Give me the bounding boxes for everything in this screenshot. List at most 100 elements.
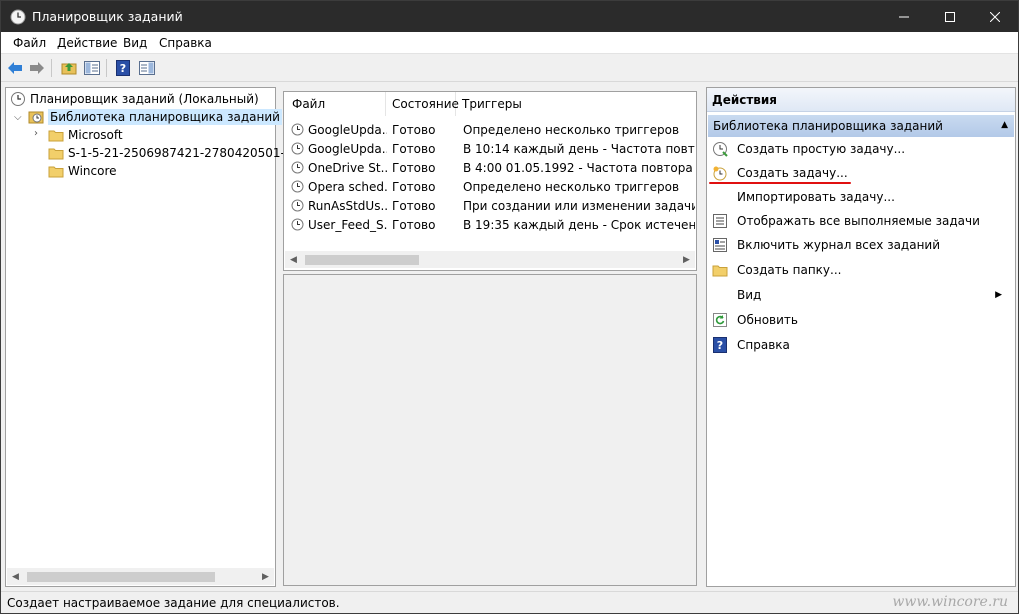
task-triggers: В 10:14 каждый день - Частота повтора по… bbox=[463, 141, 695, 156]
menu-file[interactable]: Файл bbox=[13, 36, 46, 50]
back-button[interactable] bbox=[5, 58, 25, 78]
menu-view[interactable]: Вид bbox=[123, 36, 147, 50]
toolbar-separator bbox=[51, 59, 52, 77]
collapse-up-icon[interactable]: ▲ bbox=[1001, 120, 1008, 130]
close-icon bbox=[990, 11, 1000, 22]
svg-text:?: ? bbox=[717, 339, 723, 352]
clock-icon bbox=[10, 9, 26, 25]
watermark: www.wincore.ru bbox=[892, 594, 1008, 610]
action-label: Обновить bbox=[737, 313, 798, 327]
action-view[interactable]: Вид ▶ bbox=[712, 285, 1012, 305]
help-icon: ? bbox=[116, 60, 130, 76]
scroll-left-icon[interactable]: ◀ bbox=[7, 568, 24, 585]
task-status: Готово bbox=[392, 122, 436, 137]
table-row[interactable]: GoogleUpda... Готово Определено нескольк… bbox=[284, 120, 696, 139]
scroll-right-icon[interactable]: ▶ bbox=[257, 568, 274, 585]
title-bar[interactable]: Планировщик заданий bbox=[1, 1, 1018, 32]
tree-item-sid[interactable]: S-1-5-21-2506987421-2780420501-5989 bbox=[48, 144, 315, 162]
status-bar: Создает настраиваемое задание для специа… bbox=[1, 591, 1018, 613]
table-row[interactable]: OneDrive St... Готово В 4:00 01.05.1992 … bbox=[284, 158, 696, 177]
task-list[interactable]: Файл Состояние Триггеры GoogleUpda... Го… bbox=[283, 91, 697, 271]
action-refresh[interactable]: Обновить bbox=[712, 310, 798, 330]
scroll-thumb[interactable] bbox=[27, 572, 215, 582]
menu-help[interactable]: Справка bbox=[159, 36, 212, 50]
task-clock-icon bbox=[291, 218, 304, 231]
action-label: Включить журнал всех заданий bbox=[737, 238, 941, 252]
task-triggers: Определено несколько триггеров bbox=[463, 122, 680, 137]
show-hide-console-tree-button[interactable] bbox=[82, 58, 102, 78]
action-create-task[interactable]: Создать задачу... bbox=[712, 163, 848, 183]
close-button[interactable] bbox=[972, 1, 1018, 32]
action-label: Создать папку... bbox=[737, 263, 842, 277]
column-header-status[interactable]: Состояние bbox=[386, 92, 459, 116]
menu-action[interactable]: Действие bbox=[57, 36, 117, 50]
task-name: OneDrive St... bbox=[308, 160, 387, 175]
action-label: Справка bbox=[737, 338, 790, 352]
task-folder-icon bbox=[28, 111, 44, 124]
help-icon: ? bbox=[713, 337, 727, 353]
scroll-right-icon[interactable]: ▶ bbox=[678, 251, 695, 268]
forward-button[interactable] bbox=[27, 58, 47, 78]
column-header-triggers[interactable]: Триггеры bbox=[456, 92, 696, 116]
svg-text:?: ? bbox=[120, 62, 126, 75]
forward-arrow-icon bbox=[30, 62, 44, 74]
actions-pane: Действия Библиотека планировщика заданий… bbox=[706, 87, 1016, 587]
table-row[interactable]: User_Feed_S... Готово В 19:35 каждый ден… bbox=[284, 215, 696, 234]
task-triggers: В 19:35 каждый день - Срок истечения дей bbox=[463, 217, 695, 232]
action-import-task[interactable]: Импортировать задачу... bbox=[712, 187, 895, 207]
task-clock-icon bbox=[291, 161, 304, 174]
task-clock-icon bbox=[291, 142, 304, 155]
toolbar-separator bbox=[106, 59, 107, 77]
actions-header: Действия bbox=[707, 88, 1015, 112]
list-horizontal-scrollbar[interactable]: ◀ ▶ bbox=[285, 251, 695, 268]
action-new-folder[interactable]: Создать папку... bbox=[712, 260, 841, 280]
clock-icon bbox=[11, 92, 25, 106]
console-tree[interactable]: Планировщик заданий (Локальный) ⌵ Библио… bbox=[5, 87, 315, 587]
collapse-chevron-icon[interactable]: ⌵ bbox=[14, 112, 22, 123]
actions-section-library[interactable]: Библиотека планировщика заданий ▲ bbox=[708, 115, 1014, 137]
expand-chevron-icon[interactable]: › bbox=[34, 128, 38, 139]
folder-icon bbox=[48, 148, 64, 160]
back-arrow-icon bbox=[8, 62, 22, 74]
minimize-button[interactable] bbox=[881, 1, 927, 32]
task-status: Готово bbox=[392, 141, 436, 156]
create-basic-task-icon bbox=[713, 142, 728, 157]
action-label: Создать простую задачу... bbox=[737, 142, 906, 156]
task-name: User_Feed_S... bbox=[308, 217, 387, 232]
show-hide-action-pane-icon bbox=[139, 61, 155, 75]
action-display-running-tasks[interactable]: Отображать все выполняемые задачи bbox=[712, 211, 980, 231]
task-name: RunAsStdUs... bbox=[308, 198, 387, 213]
submenu-arrow-icon: ▶ bbox=[995, 290, 1002, 300]
scroll-thumb[interactable] bbox=[305, 255, 419, 265]
table-row[interactable]: GoogleUpda... Готово В 10:14 каждый день… bbox=[284, 139, 696, 158]
task-clock-icon bbox=[291, 180, 304, 193]
action-label: Импортировать задачу... bbox=[737, 190, 895, 204]
show-hide-action-pane-button[interactable] bbox=[137, 58, 157, 78]
tree-horizontal-scrollbar[interactable]: ◀ ▶ bbox=[7, 568, 274, 585]
toolbar: ? bbox=[1, 54, 1018, 82]
help-toolbar-button[interactable]: ? bbox=[113, 58, 133, 78]
tree-item-root[interactable]: Планировщик заданий (Локальный) bbox=[10, 90, 259, 108]
tree-item-wincore[interactable]: Wincore bbox=[48, 162, 117, 180]
scroll-left-icon[interactable]: ◀ bbox=[285, 251, 302, 268]
tree-item-label: Библиотека планировщика заданий bbox=[48, 109, 282, 125]
table-row[interactable]: Opera sched... Готово Определено несколь… bbox=[284, 177, 696, 196]
tree-item-library[interactable]: Библиотека планировщика заданий bbox=[28, 108, 282, 126]
action-enable-history[interactable]: Включить журнал всех заданий bbox=[712, 235, 940, 255]
action-label: Создать задачу... bbox=[737, 166, 848, 180]
column-header-file[interactable]: Файл bbox=[286, 92, 386, 116]
task-name: Opera sched... bbox=[308, 179, 387, 194]
action-create-basic-task[interactable]: Создать простую задачу... bbox=[712, 139, 905, 159]
tree-item-microsoft[interactable]: Microsoft bbox=[48, 126, 123, 144]
maximize-button[interactable] bbox=[927, 1, 973, 32]
task-clock-icon bbox=[291, 199, 304, 212]
history-icon bbox=[713, 238, 727, 252]
action-help[interactable]: ? Справка bbox=[712, 335, 790, 355]
folder-icon bbox=[48, 166, 64, 178]
up-button[interactable] bbox=[59, 58, 79, 78]
table-row[interactable]: RunAsStdUs... Готово При создании или из… bbox=[284, 196, 696, 215]
tree-item-label: Microsoft bbox=[68, 128, 123, 142]
task-clock-icon bbox=[291, 123, 304, 136]
window-title: Планировщик заданий bbox=[32, 9, 183, 24]
running-tasks-icon bbox=[713, 214, 727, 228]
